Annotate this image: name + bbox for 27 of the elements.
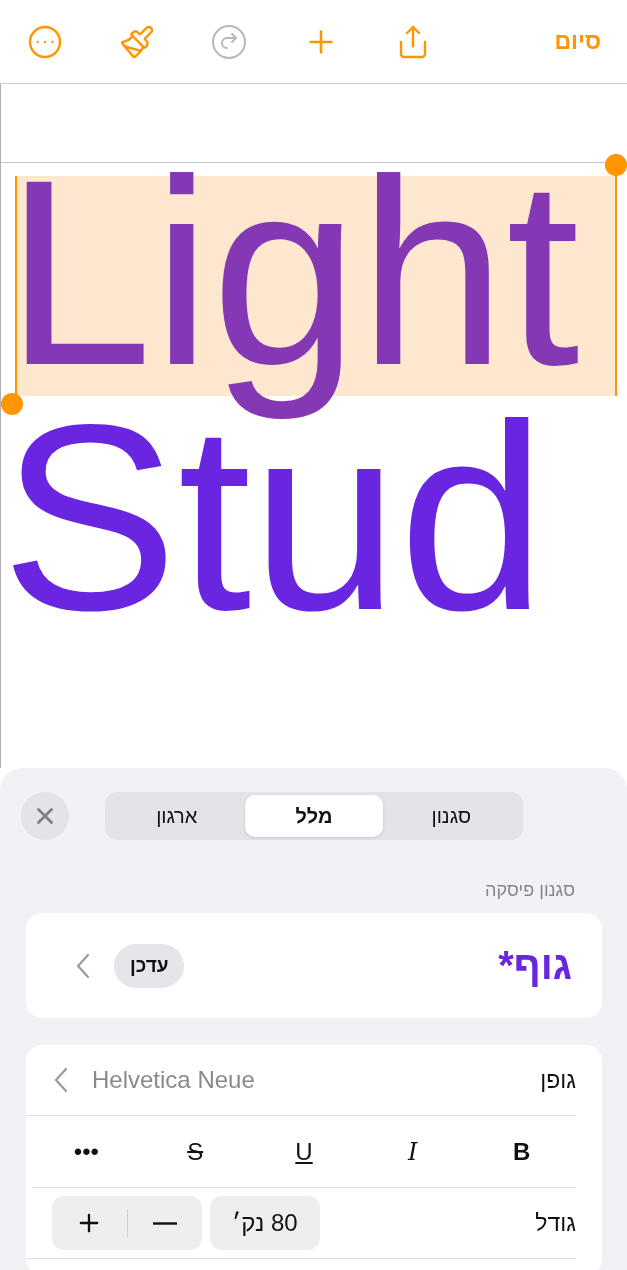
tab[interactable]: מלל bbox=[245, 795, 383, 837]
selection-handle[interactable] bbox=[1, 393, 23, 415]
document-text: Stud bbox=[1, 419, 547, 667]
redo-icon bbox=[211, 23, 247, 60]
paragraph-style-name[interactable]: גוף* bbox=[498, 943, 572, 988]
italic-button[interactable]: I bbox=[408, 1137, 418, 1166]
more-icon bbox=[27, 23, 63, 60]
bold-button[interactable]: B bbox=[512, 1137, 531, 1166]
minus-icon bbox=[152, 1221, 177, 1225]
update-button[interactable]: עדכן bbox=[114, 943, 185, 988]
document-text: Light bbox=[23, 174, 580, 420]
brush-button[interactable] bbox=[119, 23, 155, 60]
more-button[interactable]: ••• bbox=[73, 1137, 99, 1166]
underline-button[interactable]: U bbox=[295, 1137, 313, 1166]
tab[interactable]: סגנון bbox=[382, 795, 520, 837]
chevron-left-icon[interactable] bbox=[76, 952, 90, 979]
close-button[interactable] bbox=[21, 792, 69, 840]
font-label: גופן bbox=[540, 1066, 576, 1094]
tab[interactable]: ארגון bbox=[108, 795, 246, 837]
size-value[interactable]: 80 נק׳ bbox=[210, 1196, 320, 1250]
more-button[interactable] bbox=[27, 23, 63, 60]
strike-button[interactable]: S bbox=[187, 1137, 204, 1166]
section-label: סגנון פיסקה bbox=[484, 879, 576, 902]
paintbrush-icon bbox=[119, 23, 155, 60]
size-label: גודל bbox=[535, 1209, 576, 1237]
selection-handle[interactable] bbox=[605, 154, 627, 176]
chevron-left-icon[interactable] bbox=[54, 1067, 68, 1093]
